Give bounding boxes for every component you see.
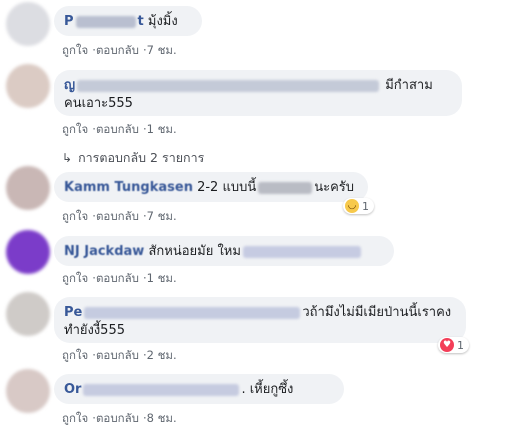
avatar[interactable] (6, 64, 50, 108)
like-link[interactable]: ถูกใจ (62, 122, 88, 136)
comment-actions: ถูกใจ ·ตอบกลับ ·2 ชม. (62, 348, 177, 362)
comment-bubble: Pe วถ้ามึงไม่มีเมียป่านนี้เราคง ทำยังงี้5… (54, 297, 466, 343)
comment-author[interactable]: Pe (64, 305, 82, 320)
avatar[interactable] (6, 166, 50, 210)
like-link[interactable]: ถูกใจ (62, 209, 88, 223)
timestamp[interactable]: 7 ชม. (147, 43, 177, 57)
haha-icon: ◡ (345, 199, 359, 213)
comment-text: สักหน่อยมัย ใหม (148, 244, 241, 259)
reply-link[interactable]: ตอบกลับ (96, 43, 139, 57)
timestamp[interactable]: 1 ชม. (147, 271, 177, 285)
comment-text-line2: คนเอาะ555 (64, 96, 133, 111)
comment-actions: ถูกใจ ·ตอบกลับ ·1 ชม. (62, 122, 177, 136)
avatar[interactable] (6, 2, 50, 46)
comment-actions: ถูกใจ ·ตอบกลับ ·7 ชม. (62, 209, 177, 223)
comment-actions: ถูกใจ ·ตอบกลับ ·8 ชม. (62, 411, 177, 425)
comment-bubble: ญ มีกำสาม คนเอาะ555 (54, 70, 462, 116)
comment-text-line2: ทำยังงี้555 (64, 323, 125, 338)
comment-author[interactable]: Pt (64, 14, 144, 29)
comment-actions: ถูกใจ ·ตอบกลับ ·7 ชม. (62, 43, 177, 57)
comment-text-line1: มีกำสาม (385, 78, 433, 93)
comment-text-post: นะครับ (314, 180, 355, 195)
like-link[interactable]: ถูกใจ (62, 43, 88, 57)
like-link[interactable]: ถูกใจ (62, 348, 88, 362)
timestamp[interactable]: 8 ชม. (147, 411, 177, 425)
reaction-count: 1 (362, 199, 369, 213)
comment-bubble: Kamm Tungkasen 2-2 แบบนี้ นะครับ (54, 172, 368, 202)
avatar[interactable] (6, 230, 50, 274)
timestamp[interactable]: 2 ชม. (147, 348, 177, 362)
reply-arrow-icon: ↳ (62, 151, 73, 165)
reply-link[interactable]: ตอบกลับ (96, 348, 139, 362)
reaction-badge[interactable]: ♥ 1 (438, 337, 469, 353)
like-link[interactable]: ถูกใจ (62, 271, 88, 285)
reaction-badge[interactable]: ◡ 1 (343, 198, 374, 214)
timestamp[interactable]: 7 ชม. (147, 209, 177, 223)
comment-text-line1: วถ้ามึงไม่มีเมียป่านนี้เราคง (302, 305, 452, 320)
comment-author[interactable]: Kamm Tungkasen (64, 180, 193, 195)
replies-label: การตอบกลับ 2 รายการ (78, 150, 205, 165)
avatar[interactable] (6, 369, 50, 413)
reply-link[interactable]: ตอบกลับ (96, 411, 139, 425)
comment-text: มุ้งมิ้ง (147, 14, 178, 29)
comment-text-pre: 2-2 แบบนี้ (197, 180, 257, 195)
love-icon: ♥ (440, 338, 454, 352)
comment-author[interactable]: Or (64, 382, 81, 397)
timestamp[interactable]: 1 ชม. (147, 122, 177, 136)
view-replies-link[interactable]: ↳ การตอบกลับ 2 รายการ (62, 148, 204, 168)
like-link[interactable]: ถูกใจ (62, 411, 88, 425)
comment-bubble: Pt มุ้งมิ้ง (54, 6, 202, 36)
reply-link[interactable]: ตอบกลับ (96, 271, 139, 285)
reaction-count: 1 (457, 338, 464, 352)
comment-text: . เหี้ยกูซึ้ง (241, 382, 294, 397)
reply-link[interactable]: ตอบกลับ (96, 209, 139, 223)
comment-actions: ถูกใจ ·ตอบกลับ ·1 ชม. (62, 271, 177, 285)
reply-link[interactable]: ตอบกลับ (96, 122, 139, 136)
comment-bubble: NJ Jackdaw สักหน่อยมัย ใหม (54, 236, 394, 266)
avatar[interactable] (6, 292, 50, 336)
comment-bubble: Or . เหี้ยกูซึ้ง (54, 374, 344, 404)
comment-author[interactable]: ญ (64, 78, 75, 93)
comment-author[interactable]: NJ Jackdaw (64, 244, 144, 259)
